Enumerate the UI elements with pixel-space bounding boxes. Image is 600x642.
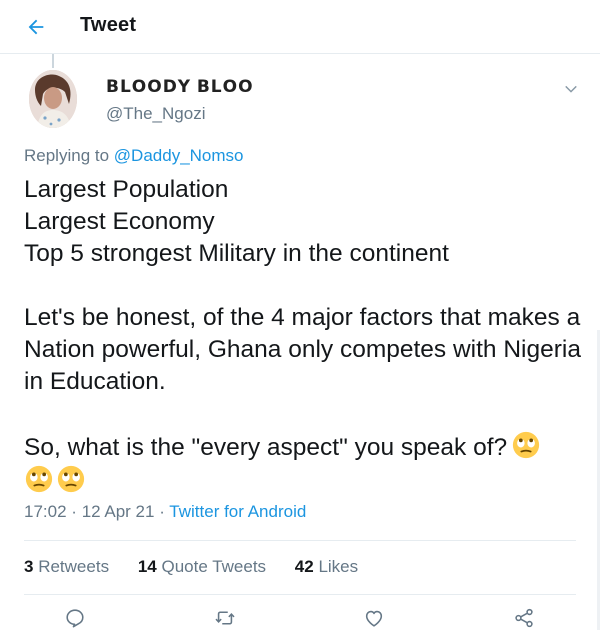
quote-tweets-label: Quote Tweets <box>161 557 267 576</box>
retweet-button[interactable] <box>211 604 239 632</box>
tweet-line: Top 5 strongest Military in the continen… <box>24 240 449 267</box>
heart-icon <box>365 610 383 627</box>
tweet-time: 17:02 <box>24 502 67 521</box>
retweets-count: 3 <box>24 557 34 576</box>
reply-icon <box>66 609 84 628</box>
tweet-stats: 3 Retweets 14 Quote Tweets 42 Likes <box>24 557 382 577</box>
share-button[interactable] <box>510 604 538 632</box>
more-options-button[interactable] <box>562 80 580 98</box>
tweet-line: Largest Population <box>24 176 229 203</box>
divider <box>24 594 576 595</box>
page-title: Tweet <box>80 14 137 36</box>
like-button[interactable] <box>360 604 388 632</box>
retweets-stat[interactable]: 3 Retweets <box>24 557 109 576</box>
action-bar <box>0 604 600 634</box>
likes-label: Likes <box>318 557 359 576</box>
likes-stat[interactable]: 42 Likes <box>295 557 358 576</box>
likes-count: 42 <box>294 557 314 576</box>
share-icon <box>515 608 533 628</box>
tweet-source-link[interactable]: Twitter for Android <box>169 502 306 521</box>
divider <box>24 540 576 541</box>
replying-prefix: Replying to <box>24 146 110 165</box>
back-button[interactable] <box>22 13 50 41</box>
reply-button[interactable] <box>61 604 89 632</box>
tweet-question: So, what is the "every aspect" you speak… <box>24 434 508 461</box>
face-with-rolling-eyes-icon <box>513 431 540 459</box>
quote-tweets-count: 14 <box>137 557 157 576</box>
replying-to-link[interactable]: @Daddy_Nomso <box>114 146 244 165</box>
replying-to: Replying to @Daddy_Nomso <box>24 146 244 166</box>
author-name[interactable]: 𝗕𝗟𝗢𝗢𝗗𝗬 𝗕𝗟𝗢𝗢 <box>106 77 254 97</box>
avatar[interactable] <box>29 70 77 128</box>
retweets-label: Retweets <box>38 557 110 576</box>
tweet-date: 12 Apr 21 <box>81 502 155 521</box>
tweet-paragraph-last: So, what is the "every aspect" you speak… <box>24 430 584 464</box>
tweet-line: Largest Economy <box>24 208 215 235</box>
arrow-left-icon <box>28 19 44 35</box>
chevron-down-icon <box>565 85 577 93</box>
avatar-image <box>29 70 77 128</box>
tweet-paragraph: Let's be honest, of the 4 major factors … <box>24 304 581 395</box>
meta-separator: · <box>71 502 77 521</box>
author-handle[interactable]: @The_Ngozi <box>106 104 205 124</box>
emoji-row <box>24 464 584 498</box>
tweet-meta: 17:02 · 12 Apr 21 · Twitter for Android <box>24 502 306 522</box>
face-with-rolling-eyes-icon <box>25 465 53 493</box>
face-with-rolling-eyes-icon <box>57 465 85 493</box>
quote-tweets-stat[interactable]: 14 Quote Tweets <box>138 557 266 576</box>
thread-line <box>52 54 54 68</box>
tweet-text: Largest Population Largest Economy Top 5… <box>24 174 584 498</box>
top-bar: Tweet <box>0 0 600 54</box>
meta-separator: · <box>159 502 165 521</box>
retweet-icon <box>215 611 235 625</box>
